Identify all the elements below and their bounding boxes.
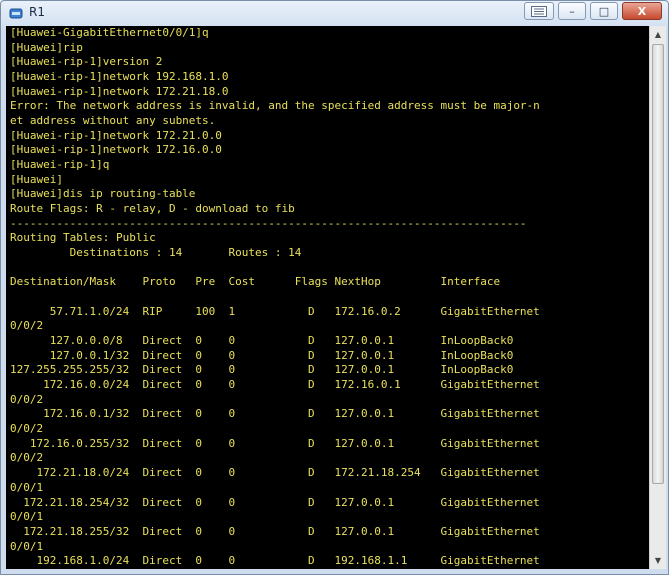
- router-app-icon: [9, 8, 23, 19]
- terminal-window: R1 – □ X [Huawei-GigabitEthernet0/0/1]q[…: [0, 0, 669, 575]
- console-line: 0/0/1: [10, 480, 44, 494]
- console-line: 192.168.1.0/24 Direct 0 0 D 192.168.1.1 …: [10, 554, 540, 568]
- console-line: [Huawei]: [10, 172, 63, 186]
- console-line: [Huawei-GigabitEthernet0/0/1]q: [10, 26, 209, 39]
- console-line: 0/0/2: [10, 422, 44, 436]
- console-line: 127.0.0.1/32 Direct 0 0 D 127.0.0.1 InLo…: [10, 348, 514, 362]
- console-line: [Huawei-rip-1]network 192.168.1.0: [10, 70, 229, 84]
- console-line: 172.16.0.1/32 Direct 0 0 D 127.0.0.1 Gig…: [10, 407, 540, 421]
- console-line: [Huawei]rip: [10, 40, 83, 54]
- console-line: 172.21.18.255/32 Direct 0 0 D 127.0.0.1 …: [10, 524, 540, 538]
- console-line: 172.21.18.0/24 Direct 0 0 D 172.21.18.25…: [10, 466, 540, 480]
- console-line: et address without any subnets.: [10, 114, 216, 128]
- console-line: 172.21.18.254/32 Direct 0 0 D 127.0.0.1 …: [10, 495, 540, 509]
- restore-button[interactable]: [524, 2, 554, 20]
- minimize-button[interactable]: –: [558, 2, 586, 20]
- scroll-thumb[interactable]: [652, 44, 664, 484]
- scroll-up-arrow-icon[interactable]: ▲: [650, 26, 666, 43]
- close-button[interactable]: X: [622, 2, 662, 20]
- console-line: 127.0.0.0/8 Direct 0 0 D 127.0.0.1 InLoo…: [10, 334, 514, 348]
- console-line: 172.16.0.255/32 Direct 0 0 D 127.0.0.1 G…: [10, 436, 540, 450]
- console-line: 127.255.255.255/32 Direct 0 0 D 127.0.0.…: [10, 363, 514, 377]
- title-bar[interactable]: R1 – □ X: [1, 1, 668, 27]
- console-line: 0/0/1: [10, 539, 44, 553]
- console-line: [Huawei-rip-1]q: [10, 158, 110, 172]
- console-line: [Huawei-rip-1]network 172.16.0.0: [10, 143, 222, 157]
- console-line: 0/0/2: [10, 319, 44, 333]
- console-line: Route Flags: R - relay, D - download to …: [10, 202, 295, 216]
- console-line: Destination/Mask Proto Pre Cost Flags Ne…: [10, 275, 501, 289]
- console-line: 0/0/1: [10, 510, 44, 524]
- console-line: [Huawei-rip-1]network 172.21.18.0: [10, 84, 229, 98]
- window-title: R1: [29, 5, 45, 19]
- vertical-scrollbar[interactable]: ▲ ▼: [649, 26, 666, 569]
- console-line: [Huawei]dis ip routing-table: [10, 187, 196, 201]
- maximize-button[interactable]: □: [590, 2, 618, 20]
- console-line: Error: The network address is invalid, a…: [10, 99, 540, 113]
- console-line: 172.16.0.0/24 Direct 0 0 D 172.16.0.1 Gi…: [10, 378, 540, 392]
- scroll-down-arrow-icon[interactable]: ▼: [650, 552, 666, 569]
- console-line: 0/0/2: [10, 451, 44, 465]
- console-line: [Huawei-rip-1]version 2: [10, 55, 163, 69]
- console-line: 0/0/2: [10, 392, 44, 406]
- restore-icon: [531, 5, 547, 17]
- console-line: Routing Tables: Public: [10, 231, 156, 245]
- console-line: [Huawei-rip-1]network 172.21.0.0: [10, 128, 222, 142]
- console-line: Destinations : 14 Routes : 14: [10, 246, 302, 260]
- window-controls: – □ X: [524, 2, 662, 22]
- console-line: ----------------------------------------…: [10, 216, 527, 230]
- console-output[interactable]: [Huawei-GigabitEthernet0/0/1]q [Huawei]ri…: [6, 26, 649, 569]
- console-line: 57.71.1.0/24 RIP 100 1 D 172.16.0.2 Giga…: [10, 304, 540, 318]
- console-lines: [Huawei-GigabitEthernet0/0/1]q [Huawei]ri…: [10, 26, 540, 569]
